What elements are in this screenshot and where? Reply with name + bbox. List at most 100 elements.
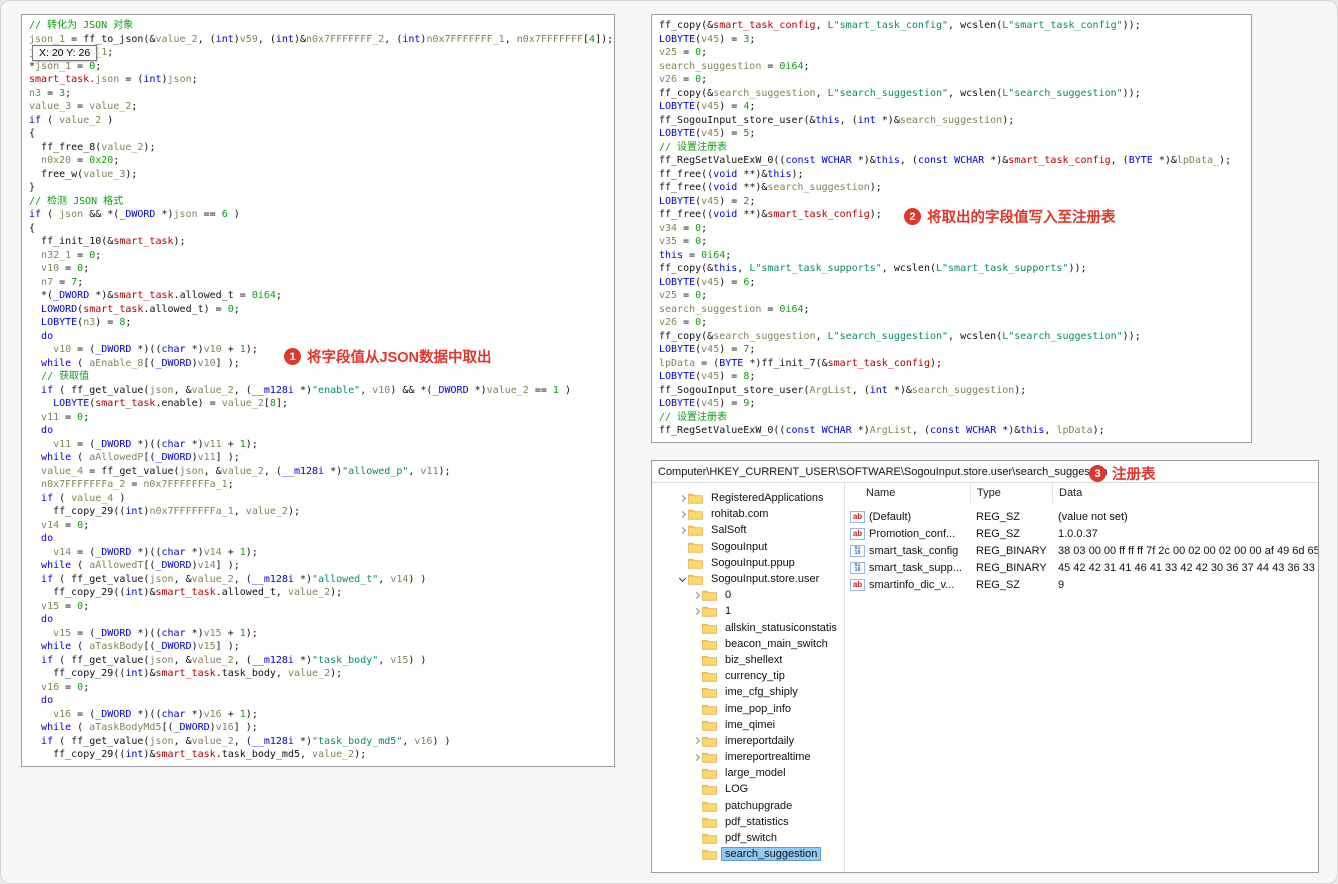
code-line: v15 = 0; [41,600,90,612]
chevron-placeholder [692,639,702,649]
tree-item-label: currency_tip [725,670,785,683]
tree-item-SogouInput.store.user[interactable]: SogouInput.store.user [652,571,844,587]
annotation-2-badge: 2 [904,208,921,225]
tree-item-rohitab.com[interactable]: rohitab.com [652,506,844,522]
tree-item-0[interactable]: 0 [652,587,844,603]
tree-item-label: ime_qimei [725,718,776,731]
annotation-extract: 1 将字段值从JSON数据中取出 [284,346,492,367]
tree-item-ime_pop_info[interactable]: ime_pop_info [652,700,844,716]
chevron-expanded-icon[interactable] [678,574,688,584]
chevron-collapsed-icon[interactable] [692,752,702,762]
code-line: n0x20 = 0x20; [41,155,120,166]
code-line: do [41,425,54,436]
chevron-collapsed-icon[interactable] [678,525,688,535]
tree-item-ime_qimei[interactable]: ime_qimei [652,717,844,733]
folder-icon [702,719,718,731]
left-code: // 转化为 JSON 对象 json_1 = ff_to_json(&value… [22,15,614,766]
tree-item-currency_tip[interactable]: currency_tip [652,668,844,684]
code-line: value_3 = value_2; [29,101,138,112]
code-line: } [29,182,36,193]
tree-item-search_suggestion[interactable]: search_suggestion [652,846,844,862]
regedit-body: RegisteredApplications rohitab.com SalSoft… [652,483,1318,872]
code-line: if ( ff_get_value(json, &value_2, (__m12… [41,735,451,747]
code-line: ff_SogouInput_store_user(&this, (int *)&… [659,114,1015,126]
code-line: do [41,330,54,342]
code-line: json = json_1; [29,47,114,58]
registry-value-row[interactable]: ab Promotion_conf... REG_SZ 1.0.0.37 [846,525,1318,542]
folder-icon [702,622,718,634]
tree-item-label: SogouInput.store.user [711,573,820,586]
code-line: { [29,222,36,234]
tree-item-imereportrealtime[interactable]: imereportrealtime [652,749,844,765]
registry-value-row[interactable]: 01 10 smart_task_config REG_BINARY 38 03 00 … [846,542,1318,559]
column-header-data[interactable]: Data [1052,483,1318,503]
reg-binary-icon: 01 10 [850,561,865,574]
code-line: json_1 = ff_to_json(&value_2, (int)v59, … [29,33,614,45]
code-line: search_suggestion = 0i64; [659,303,810,315]
code-line: LOBYTE(smart_task.enable) = value_2[8]; [53,398,288,409]
code-line: LOBYTE(v45) = 6; [659,276,756,288]
tree-item-SogouInput.ppup[interactable]: SogouInput.ppup [652,555,844,571]
chevron-collapsed-icon[interactable] [678,509,688,519]
code-line: do [41,695,54,706]
tree-item-patchupgrade[interactable]: patchupgrade [652,798,844,814]
tree-item-SalSoft[interactable]: SalSoft [652,522,844,538]
column-header-name[interactable]: Name [846,483,970,503]
chevron-collapsed-icon[interactable] [692,606,702,616]
regedit-window: Computer\HKEY_CURRENT_USER\SOFTWARE\Sogo… [651,460,1319,873]
tree-item-ime_cfg_shiply[interactable]: ime_cfg_shiply [652,684,844,700]
tree-item-LOG[interactable]: LOG [652,781,844,797]
annotation-2-text: 将取出的字段值写入至注册表 [927,210,1116,226]
folder-icon [688,492,704,504]
tree-item-imereportdaily[interactable]: imereportdaily [652,733,844,749]
folder-icon [702,832,718,844]
tree-item-RegisteredApplications[interactable]: RegisteredApplications [652,490,844,506]
folder-icon [688,557,704,569]
value-type: REG_SZ [976,578,1021,591]
registry-value-row[interactable]: ab smartinfo_dic_v... REG_SZ 9 [846,576,1318,593]
tree-item-label: patchupgrade [725,799,793,812]
chevron-collapsed-icon[interactable] [692,736,702,746]
chevron-placeholder [692,801,702,811]
registry-value-row[interactable]: 01 10 smart_task_supp... REG_BINARY 45 42 42… [846,559,1318,576]
tree-item-beacon_main_switch[interactable]: beacon_main_switch [652,636,844,652]
tree-item-large_model[interactable]: large_model [652,765,844,781]
chevron-collapsed-icon[interactable] [692,590,702,600]
column-header-type[interactable]: Type [970,483,1052,503]
code-line: *json_1 = 0; [29,60,102,72]
folder-icon [688,573,704,585]
annotation-1-badge: 1 [284,348,301,365]
tree-item-1[interactable]: 1 [652,603,844,619]
tree-item-label: ime_cfg_shiply [725,686,798,699]
tree-item-biz_shellext[interactable]: biz_shellext [652,652,844,668]
code-line: n7 = 7; [41,276,84,288]
code-line: if ( ff_get_value(json, &value_2, (__m12… [41,654,427,666]
code-line: while ( aAllowedT[(_DWORD)v14] ); [41,560,240,571]
code-line: n32_1 = 0; [41,249,102,261]
folder-icon [702,638,718,650]
tree-item-pdf_statistics[interactable]: pdf_statistics [652,814,844,830]
code-line: if ( ff_get_value(json, &value_2, (__m12… [41,384,571,396]
registry-value-row[interactable]: ab (Default) REG_SZ (value not set) [846,508,1318,525]
code-line: v25 = 0; [659,47,708,58]
folder-icon [688,508,704,520]
folder-icon [702,670,718,682]
reg-sz-icon: ab [850,578,865,591]
code-line: LOWORD(smart_task.allowed_t) = 0; [41,303,240,315]
folder-icon [688,541,704,553]
tree-item-label: pdf_switch [725,832,777,845]
code-line: n3 = 3; [29,87,72,99]
code-line: while ( aAllowedP[(_DWORD)v11] ); [41,452,240,463]
value-name: smart_task_config [869,544,959,557]
analysis-screenshot: // 转化为 JSON 对象 json_1 = ff_to_json(&value… [0,0,1338,884]
tree-item-label: 1 [725,605,732,618]
tree-item-pdf_switch[interactable]: pdf_switch [652,830,844,846]
value-data: 1.0.0.37 [1058,527,1098,540]
registry-address-input[interactable]: Computer\HKEY_CURRENT_USER\SOFTWARE\Sogo… [658,466,1108,478]
chevron-collapsed-icon[interactable] [678,493,688,503]
chevron-placeholder [692,768,702,778]
folder-icon [702,848,718,860]
tree-item-SogouInput[interactable]: SogouInput [652,539,844,555]
tree-item-allskin_statusiconstatis[interactable]: allskin_statusiconstatis [652,620,844,636]
reg-sz-icon: ab [850,527,865,540]
